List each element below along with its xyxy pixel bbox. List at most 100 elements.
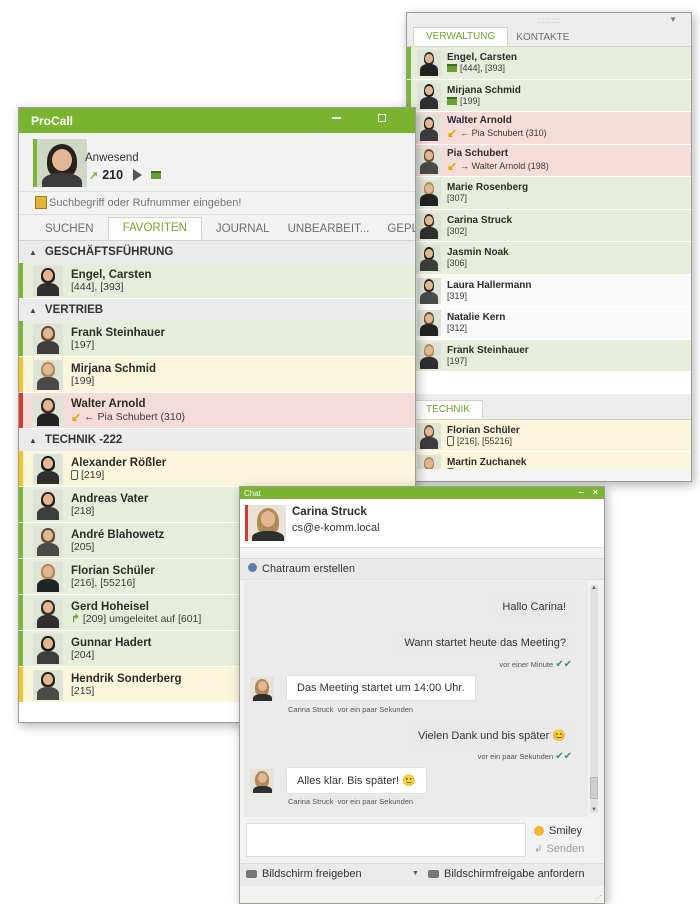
presence-bar (19, 559, 23, 594)
favorites-side-panel: :::::::::: ▼ VERWALTUNG KONTAKTE Engel, … (406, 12, 692, 482)
contact-avatar (417, 82, 441, 109)
contact-row[interactable]: Engel, Carsten [444], [393] (407, 47, 691, 80)
chat-minimize-icon[interactable] (579, 492, 584, 493)
chat-messages: Hallo Carina! Wann startet heute das Mee… (244, 581, 588, 817)
scroll-thumb[interactable] (590, 777, 598, 799)
address-book-icon[interactable] (35, 196, 47, 209)
contact-avatar (417, 423, 441, 449)
search-input[interactable] (47, 194, 391, 212)
contact-avatar (33, 396, 63, 426)
contact-avatar (33, 490, 63, 520)
contact-name: Carina Struck (447, 214, 513, 226)
tab-suchen[interactable]: SUCHEN (37, 219, 108, 240)
group-header[interactable]: ▲ VERTRIEB (19, 299, 415, 321)
contact-row[interactable]: Frank Steinhauer [197] (407, 339, 691, 372)
panel-menu-chevron-icon[interactable]: ▼ (669, 15, 677, 24)
own-avatar[interactable] (33, 139, 87, 187)
read-check-icon: ✔✔ (555, 659, 572, 670)
procall-titlebar[interactable]: ProCall (19, 108, 415, 133)
share-screen-button[interactable]: Bildschirm freigeben (246, 868, 362, 880)
contact-name: Engel, Carsten (447, 52, 518, 64)
contact-row[interactable]: Laura Hallermann [319] (407, 274, 691, 307)
collapse-icon[interactable]: ▲ (29, 306, 37, 315)
share-dropdown-chevron-icon[interactable]: ▼ (412, 870, 419, 877)
resize-grip-icon[interactable]: ⋰ (595, 894, 602, 902)
contact-row[interactable]: Florian Schüler [216], [55216] (407, 420, 691, 452)
contact-avatar (417, 50, 441, 76)
contact-row[interactable]: Mirjana Schmid [199] (407, 79, 691, 112)
contact-row[interactable]: Carina Struck [302] (407, 209, 691, 242)
message-bubble-out: Wann startet heute das Meeting? (394, 631, 576, 655)
presence-bar (407, 47, 411, 79)
maximize-icon[interactable] (378, 114, 386, 122)
contact-row[interactable]: Walter Arnold ↙ ← Pia Schubert (310) (407, 112, 691, 145)
presence-bar (19, 263, 23, 298)
contact-row[interactable]: Marie Rosenberg [307] (407, 177, 691, 210)
contact-row[interactable]: Engel, Carsten [444], [393] (19, 263, 415, 299)
contact-row[interactable]: Frank Steinhauer [197] (19, 321, 415, 357)
contact-row[interactable]: Alexander Rößler [219] (19, 451, 415, 487)
desk-phone-icon (71, 469, 78, 480)
play-icon[interactable] (133, 169, 143, 181)
chat-message-input[interactable] (246, 823, 526, 857)
contact-number: [444], [393] (71, 280, 124, 293)
message-avatar (250, 769, 274, 793)
minimize-icon[interactable] (332, 117, 341, 119)
tab-geplant[interactable]: GEPLA (383, 219, 415, 240)
group-header[interactable]: ▲ GESCHÄFTSFÜHRUNG (19, 241, 415, 263)
send-button[interactable]: ↲ Senden (534, 843, 584, 855)
tab-verwaltung[interactable]: VERWALTUNG (413, 27, 509, 46)
chat-contact-avatar[interactable] (245, 505, 286, 541)
contact-row[interactable]: Walter Arnold ↙ ← Pia Schubert (310) (19, 393, 415, 429)
tab-technik[interactable]: TECHNIK (413, 400, 483, 419)
tab-unbearbeitet[interactable]: UNBEARBEIT... (284, 219, 384, 240)
chat-contact-header: Carina Struck cs@e-komm.local (240, 499, 604, 548)
message-timestamp: vor ein paar Sekunden ✔✔ (477, 751, 572, 762)
active-call-icon: ↙ (447, 158, 458, 173)
contact-name: Frank Steinhauer (71, 326, 165, 339)
contact-number: [319] (447, 290, 468, 301)
presence-status-text[interactable]: Anwesend (85, 152, 139, 164)
contact-row[interactable]: Mirjana Schmid [199] (19, 357, 415, 393)
active-call-icon: ↙ (71, 409, 82, 424)
contact-row[interactable]: Pia Schubert ↙ → Walter Arnold (198) (407, 144, 691, 177)
chat-contact-email: cs@e-komm.local (292, 522, 380, 534)
tab-journal[interactable]: JOURNAL (202, 219, 284, 240)
chatroom-icon (248, 563, 257, 572)
scroll-down-icon[interactable]: ▼ (591, 807, 597, 813)
contact-avatar (33, 598, 63, 628)
tab-kontakte[interactable]: KONTAKTE (508, 29, 577, 46)
collapse-icon[interactable]: ▲ (29, 436, 37, 445)
presence-bar (19, 595, 23, 630)
read-check-icon: ✔✔ (555, 751, 572, 762)
contact-avatar (33, 562, 63, 592)
create-chatroom-button[interactable]: Chatraum erstellen (262, 563, 355, 575)
contact-name: Florian Schüler (447, 425, 520, 436)
contact-avatar (417, 180, 441, 206)
contact-row[interactable]: Jasmin Noak [306] (407, 242, 691, 275)
smiley-icon (534, 826, 544, 836)
presence-bar (19, 321, 23, 356)
message-bubble-out: Hallo Carina! (492, 595, 576, 619)
scroll-up-icon[interactable]: ▲ (591, 585, 597, 591)
contact-name: Hendrik Sonderberg (71, 672, 182, 685)
group-header[interactable]: ▲ TECHNIK -222 (19, 429, 415, 451)
chat-close-icon[interactable]: × (593, 487, 598, 497)
panel-drag-handle[interactable]: :::::::::: ▼ (407, 13, 691, 27)
smiley-button[interactable]: Smiley (534, 825, 582, 837)
collapse-icon[interactable]: ▲ (29, 248, 37, 257)
contact-number: [204] (71, 648, 95, 661)
chat-scrollbar[interactable]: ▲ ▼ (590, 585, 598, 813)
contact-name: Walter Arnold (447, 115, 512, 127)
user-status-header: Anwesend ↗ 210 (19, 133, 415, 191)
tab-favoriten[interactable]: FAVORITEN (107, 217, 202, 240)
calendar-icon[interactable] (151, 171, 162, 179)
contact-row[interactable]: Natalie Kern [312] (407, 307, 691, 340)
chatroom-bar[interactable]: Chatraum erstellen (240, 558, 604, 580)
contact-number: [205] (71, 540, 95, 553)
chat-titlebar[interactable]: Chat × (240, 487, 604, 499)
contact-number: ↙ ← Pia Schubert (310) (447, 126, 547, 141)
message-timestamp: Carina Struck vor ein paar Sekunden (288, 797, 414, 806)
request-screen-share-button[interactable]: Bildschirmfreigabe anfordern (428, 868, 585, 880)
app-title: ProCall (31, 113, 74, 128)
